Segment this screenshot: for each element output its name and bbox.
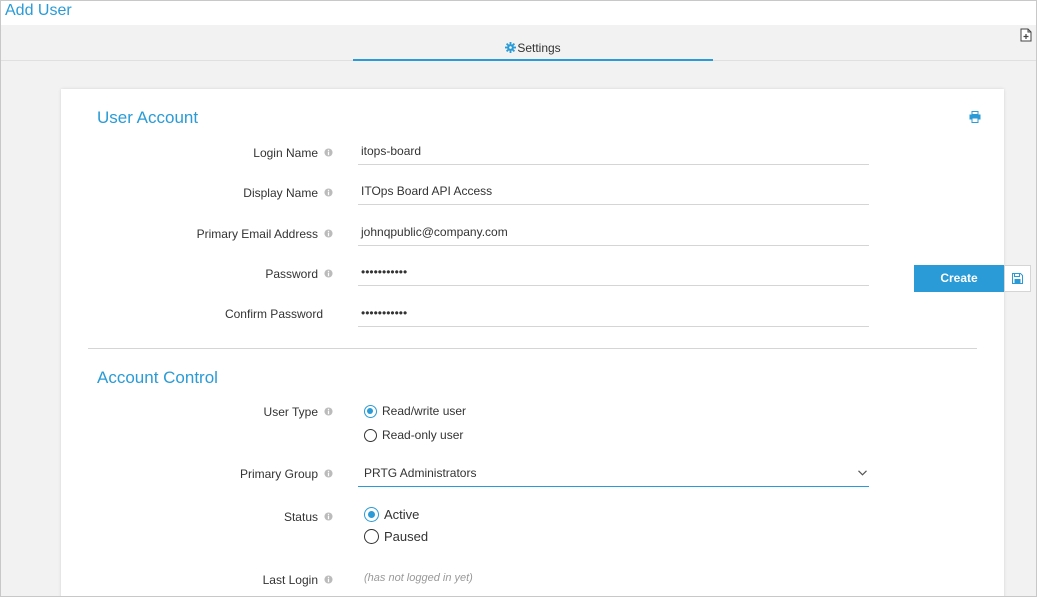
- info-icon[interactable]: [324, 188, 333, 197]
- login-name-input[interactable]: itops-board: [358, 141, 869, 165]
- page-title: Add User: [5, 2, 72, 19]
- display-name-input[interactable]: ITOps Board API Access: [358, 181, 869, 205]
- radio-status-active[interactable]: Active: [364, 507, 419, 522]
- chevron-down-icon: [858, 470, 867, 476]
- save-button[interactable]: [1004, 265, 1031, 292]
- create-button[interactable]: Create: [914, 265, 1004, 292]
- info-icon[interactable]: [324, 469, 333, 478]
- info-icon[interactable]: [324, 407, 333, 416]
- last-login-value: (has not logged in yet): [364, 572, 473, 584]
- radio-read-only-user[interactable]: Read-only user: [364, 428, 463, 442]
- section-divider: [88, 348, 977, 349]
- password-label: Password: [61, 267, 333, 281]
- email-field[interactable]: johnqpublic@company.com: [358, 222, 869, 246]
- info-icon[interactable]: [324, 229, 333, 238]
- section-title-account-control: Account Control: [97, 368, 218, 387]
- info-icon[interactable]: [324, 269, 333, 278]
- login-name-label: Login Name: [61, 146, 333, 160]
- display-name-label: Display Name: [61, 186, 333, 200]
- section-title-user-account: User Account: [97, 108, 199, 127]
- gear-icon: [505, 42, 517, 53]
- window: Add User Settings User Account Login Nam…: [0, 0, 1037, 597]
- radio-circle: [364, 529, 379, 544]
- user-type-label: User Type: [61, 405, 333, 419]
- confirm-password-label: Confirm Password: [224, 307, 323, 321]
- tab-settings[interactable]: Settings: [353, 41, 713, 61]
- email-label: Primary Email Address: [61, 227, 333, 241]
- save-icon: [1012, 273, 1023, 284]
- tab-bar: Settings: [1, 25, 1036, 61]
- primary-group-select[interactable]: PRTG Administrators: [358, 463, 869, 487]
- confirm-password-input[interactable]: •••••••••••: [358, 303, 869, 327]
- radio-read-write-user[interactable]: Read/write user: [364, 404, 466, 418]
- last-login-label: Last Login: [61, 573, 333, 587]
- info-icon[interactable]: [324, 512, 333, 521]
- tab-settings-label: Settings: [517, 41, 561, 55]
- radio-circle: [364, 405, 377, 418]
- radio-status-paused[interactable]: Paused: [364, 529, 428, 544]
- settings-card: User Account Login Name itops-board Disp…: [61, 89, 1004, 596]
- password-input[interactable]: •••••••••••: [358, 262, 869, 286]
- radio-circle: [364, 507, 379, 522]
- status-label: Status: [61, 510, 333, 524]
- header: Add User: [1, 1, 1036, 25]
- primary-group-label: Primary Group: [61, 467, 333, 481]
- print-icon[interactable]: [969, 111, 981, 123]
- info-icon[interactable]: [324, 148, 333, 157]
- radio-circle: [364, 429, 377, 442]
- document-icon[interactable]: [1020, 28, 1032, 42]
- info-icon[interactable]: [324, 575, 333, 584]
